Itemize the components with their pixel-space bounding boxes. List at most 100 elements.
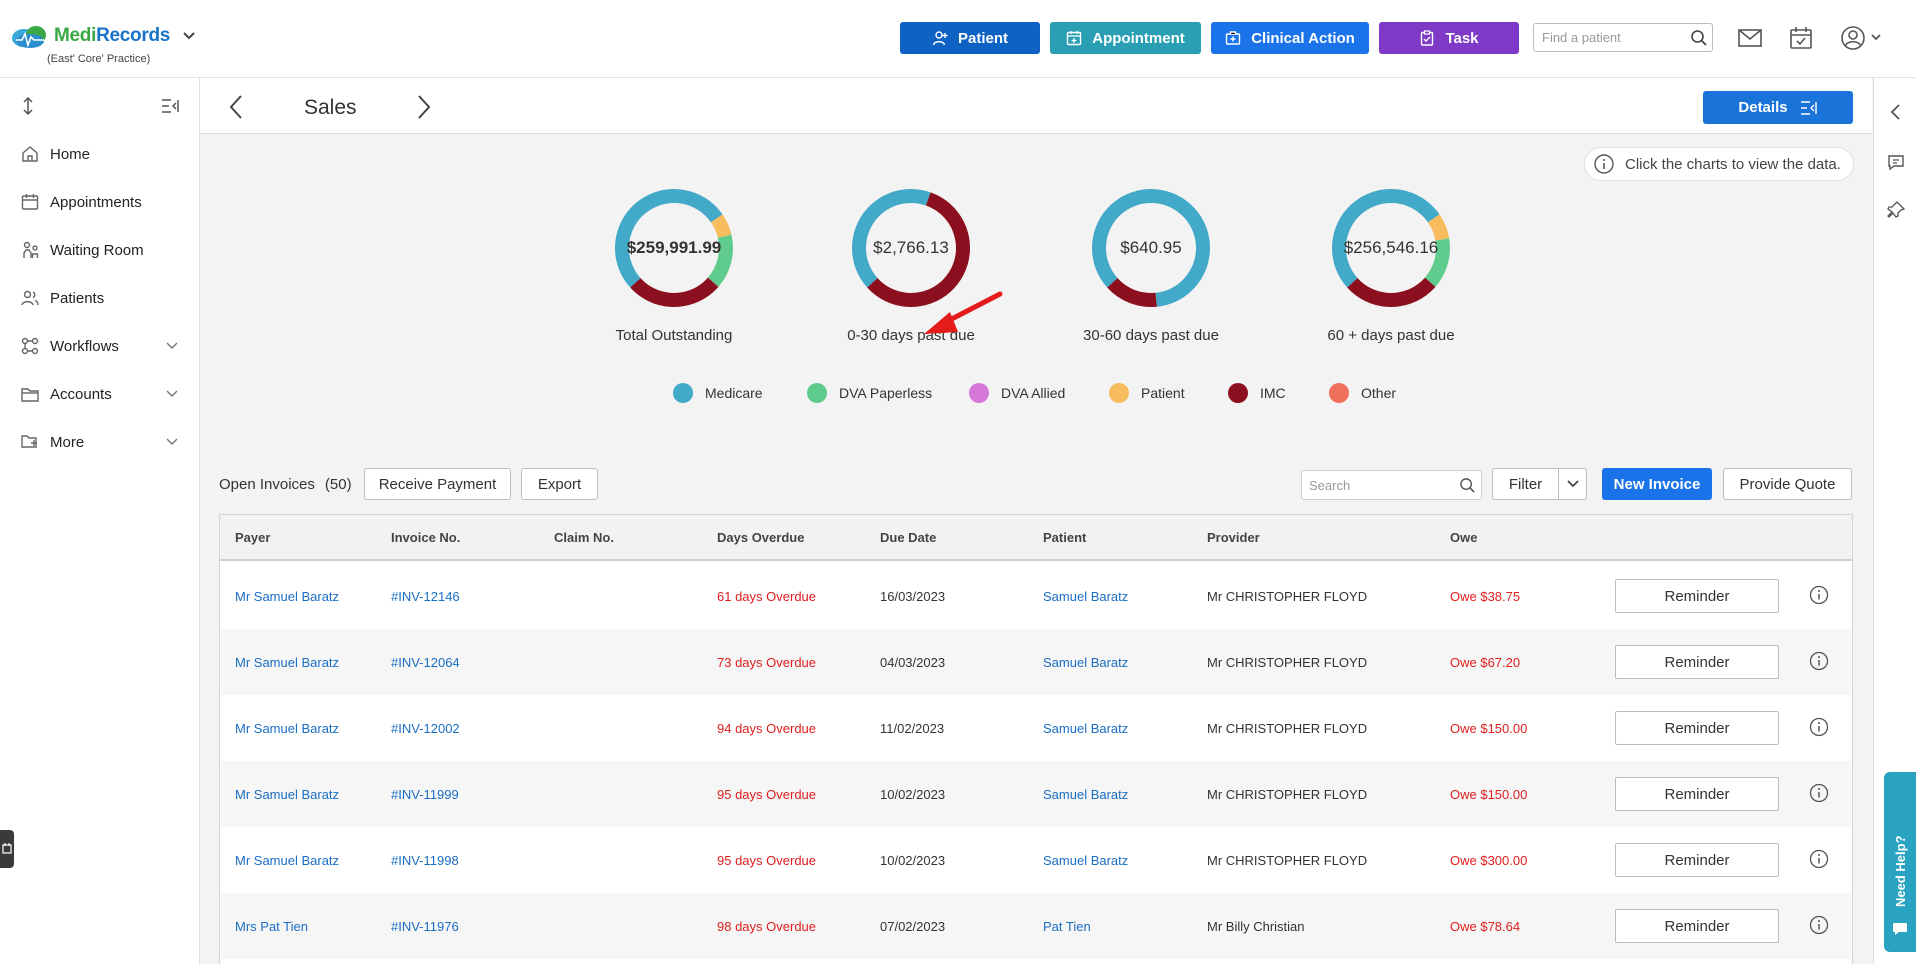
column-header-claim-no[interactable]: Claim No. [554,530,614,545]
patient-link[interactable]: Samuel Baratz [1043,787,1128,802]
info-icon[interactable] [1809,717,1829,737]
calendar-plus-icon [1067,31,1082,46]
need-help-label: Need Help? [1893,835,1908,907]
filter-dropdown-toggle[interactable] [1558,468,1587,500]
days-overdue: 94 days Overdue [717,721,817,736]
new-invoice-button[interactable]: New Invoice [1602,468,1712,500]
days-overdue: 95 days Overdue [717,853,817,868]
reminder-button[interactable]: Reminder [1615,909,1779,943]
filter-button[interactable]: Filter [1492,468,1559,500]
column-header-invoice-no[interactable]: Invoice No. [391,530,460,545]
patient-link[interactable]: Pat Tien [1043,919,1091,934]
invoice-link[interactable]: #INV-11976 [391,919,459,934]
app-name-part1: Medi [54,25,97,46]
column-header-days-overdue[interactable]: Days Overdue [717,530,804,545]
practice-name: (East' Core' Practice) [47,53,151,65]
column-header-payer[interactable]: Payer [235,530,270,545]
info-icon[interactable] [1809,585,1829,605]
chart-legend: Medicare DVA Paperless DVA Allied Patien… [200,383,1872,413]
payer-link[interactable]: Mr Samuel Baratz [235,853,339,868]
chart-amount: $256,546.16 [1343,238,1439,257]
invoice-link[interactable]: #INV-11999 [391,787,459,802]
invoice-link[interactable]: #INV-11998 [391,853,459,868]
patient-link[interactable]: Samuel Baratz [1043,721,1128,736]
sidebar-item-home[interactable]: Home [0,134,200,174]
app-logo[interactable]: MediRecords [10,22,196,50]
new-task-button[interactable]: Task [1379,22,1519,54]
chart-label: 30-60 days past due [1083,327,1219,344]
pin-icon[interactable] [1886,200,1906,220]
details-button[interactable]: Details [1703,91,1853,124]
sidebar-item-accounts[interactable]: Accounts [0,374,200,414]
chart-total-outstanding[interactable]: $259,991.99 Total Outstanding [554,188,794,358]
info-icon[interactable] [1809,783,1829,803]
payer-link[interactable]: Mr Samuel Baratz [235,787,339,802]
sidebar-item-workflows[interactable]: Workflows [0,326,200,366]
charts-hint: Click the charts to view the data. [1584,147,1854,181]
reminder-button[interactable]: Reminder [1615,579,1779,613]
collapse-sidebar-icon[interactable] [160,96,180,116]
calendar-check-icon[interactable] [1788,25,1814,51]
invoice-search-input[interactable] [1301,470,1482,500]
chevron-down-icon [166,390,178,397]
sidebar-item-patients[interactable]: Patients [0,278,200,318]
sidebar-item-waiting-room[interactable]: Waiting Room [0,230,200,270]
due-date: 11/02/2023 [880,721,945,736]
column-header-patient[interactable]: Patient [1043,530,1086,545]
invoice-link[interactable]: #INV-12064 [391,655,460,670]
payer-link[interactable]: Mr Samuel Baratz [235,655,339,670]
payer-link[interactable]: Mr Samuel Baratz [235,589,339,604]
reminder-button[interactable]: Reminder [1615,711,1779,745]
chevron-down-icon [1566,480,1579,488]
info-icon[interactable] [1809,651,1829,671]
need-help-tab[interactable]: Need Help? [1884,772,1916,952]
chevron-right-icon[interactable] [414,93,434,121]
column-header-owe[interactable]: Owe [1450,530,1477,545]
info-icon[interactable] [1809,849,1829,869]
search-icon[interactable] [1459,477,1476,494]
payer-link[interactable]: Mrs Pat Tien [235,919,308,934]
chart-30-60-days[interactable]: $640.95 30-60 days past due [1031,188,1271,358]
reminder-button[interactable]: Reminder [1615,645,1779,679]
top-bar: MediRecords (East' Core' Practice) Patie… [0,0,1916,78]
sidebar-item-label: Workflows [50,337,119,355]
sidebar-item-appointments[interactable]: Appointments [0,182,200,222]
search-icon[interactable] [1690,29,1708,47]
column-header-provider[interactable]: Provider [1207,530,1260,545]
provide-quote-button[interactable]: Provide Quote [1723,468,1852,500]
find-patient-input[interactable] [1533,23,1713,52]
new-patient-button[interactable]: Patient [900,22,1040,54]
calendar-icon [21,194,39,210]
provider-name: Mr CHRISTOPHER FLOYD [1207,787,1368,802]
table-row: Mr Samuel Baratz #INV-12146 61 days Over… [220,563,1852,629]
sidebar-item-more[interactable]: More [0,422,200,462]
feedback-tab[interactable] [0,830,14,868]
chevron-down-icon[interactable] [182,31,196,41]
chevron-down-icon[interactable] [1870,33,1882,43]
chart-60-plus-days[interactable]: $256,546.16 60 + days past due [1271,188,1511,358]
chat-icon[interactable] [1886,152,1906,172]
sidebar-item-label: Home [50,145,91,163]
resize-vertical-icon[interactable] [18,96,38,116]
patient-link[interactable]: Samuel Baratz [1043,655,1128,670]
export-button[interactable]: Export [521,468,598,500]
patient-link[interactable]: Samuel Baratz [1043,589,1128,604]
folder-icon [21,388,39,402]
patient-link[interactable]: Samuel Baratz [1043,853,1128,868]
invoice-link[interactable]: #INV-12002 [391,721,460,736]
reminder-button[interactable]: Reminder [1615,843,1779,877]
invoice-link[interactable]: #INV-12146 [391,589,460,604]
new-clinical-action-button[interactable]: Clinical Action [1211,22,1369,54]
info-icon[interactable] [1809,915,1829,935]
mail-icon[interactable] [1737,25,1763,51]
payer-link[interactable]: Mr Samuel Baratz [235,721,339,736]
column-header-due-date[interactable]: Due Date [880,530,936,545]
receive-payment-button[interactable]: Receive Payment [364,468,511,500]
chevron-left-icon[interactable] [226,93,246,121]
chevron-left-icon[interactable] [1886,102,1906,122]
new-appointment-button[interactable]: Appointment [1050,22,1201,54]
table-header: Payer Invoice No. Claim No. Days Overdue… [220,515,1852,561]
app-name: MediRecords [54,25,170,47]
reminder-button[interactable]: Reminder [1615,777,1779,811]
user-account-icon[interactable] [1840,25,1866,51]
